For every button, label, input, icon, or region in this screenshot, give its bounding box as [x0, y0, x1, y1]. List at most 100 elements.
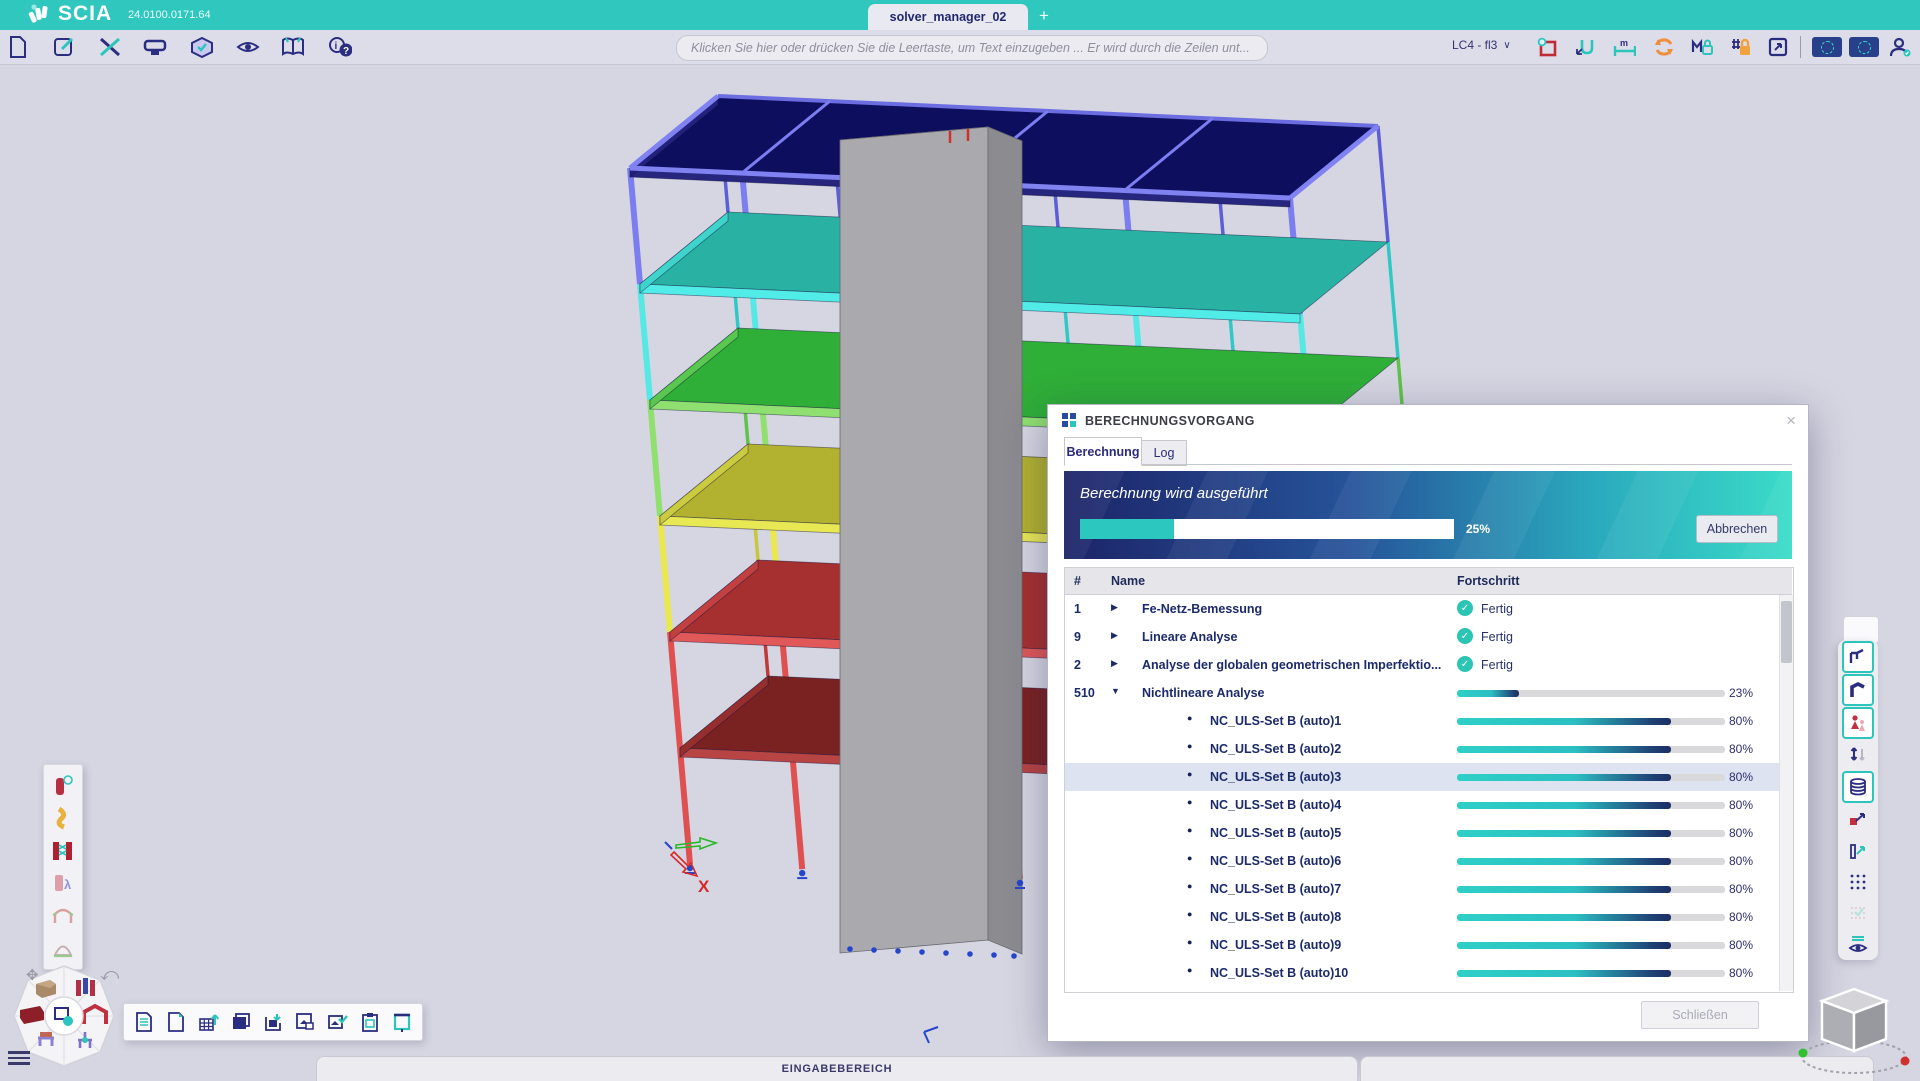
- frame-corner-filled-icon[interactable]: [1842, 674, 1874, 706]
- table-row[interactable]: ●NC_ULS-Set B (auto)880%: [1065, 903, 1779, 931]
- move-cross-icon[interactable]: ✥: [26, 966, 39, 984]
- table-row[interactable]: 2▶Analyse der globalen geometrischen Imp…: [1065, 651, 1779, 679]
- brand-name: SCIA: [58, 2, 112, 26]
- ucs-icon[interactable]: [1574, 35, 1598, 59]
- concrete-core: [840, 127, 1022, 959]
- dialog-titlebar[interactable]: BERECHNUNGSVORGANG: [1062, 413, 1255, 428]
- node-support-icon[interactable]: [1843, 804, 1873, 834]
- layer-button[interactable]: [1812, 37, 1842, 57]
- shell-dome-icon[interactable]: [51, 936, 75, 960]
- dot-grid-icon[interactable]: [1843, 867, 1873, 897]
- close-icon[interactable]: ×: [1786, 411, 1796, 431]
- selection-rectangle-icon[interactable]: [1536, 35, 1560, 59]
- navigation-cube[interactable]: [1790, 975, 1920, 1080]
- book-icon[interactable]: [281, 35, 305, 59]
- collapse-arrow-icon[interactable]: ▼: [1111, 686, 1120, 696]
- scia-app-window: { "brand": {"name": "SCIA", "version": "…: [0, 0, 1920, 1080]
- col-fortschritt: Fortschritt: [1457, 574, 1520, 588]
- edit-icon[interactable]: [52, 35, 76, 59]
- new-tab-button[interactable]: +: [1032, 4, 1056, 28]
- arch-frame-icon[interactable]: [51, 904, 75, 928]
- image-check-icon[interactable]: [325, 1010, 349, 1034]
- project-tab[interactable]: solver_manager_02: [868, 4, 1028, 30]
- braced-frame-icon[interactable]: [51, 839, 75, 863]
- refresh-icon[interactable]: [1652, 35, 1676, 59]
- columns-group-icon[interactable]: [76, 978, 95, 996]
- expand-icon[interactable]: [1766, 35, 1790, 59]
- help-bubbles-icon[interactable]: i ?: [328, 35, 352, 59]
- table-row[interactable]: ●NC_ULS-Set B (auto)780%: [1065, 875, 1779, 903]
- images-stack-icon[interactable]: [229, 1010, 253, 1034]
- nav-ring-green-dot[interactable]: [1799, 1049, 1808, 1058]
- menu-hamburger[interactable]: [8, 1048, 30, 1068]
- undo-arrow-icon[interactable]: ⤺: [100, 964, 119, 985]
- plate-lambda-icon[interactable]: λ: [51, 871, 75, 895]
- mini-ucs-marker: [924, 1027, 938, 1043]
- dimension-lock-icon[interactable]: [1690, 35, 1714, 59]
- scrollbar-thumb[interactable]: [1781, 601, 1792, 663]
- new-document-icon[interactable]: [6, 35, 30, 59]
- image-save-icon[interactable]: [293, 1010, 317, 1034]
- document-lines-icon[interactable]: [132, 1010, 156, 1034]
- nav-cube-body[interactable]: [1822, 989, 1886, 1051]
- dashed-circle-icon: [1821, 41, 1834, 54]
- row-progress-bar: [1457, 970, 1725, 977]
- table-row[interactable]: 510▼Nichtlineare Analyse23%: [1065, 679, 1779, 707]
- banner-status-text: Berechnung wird ausgeführt: [1080, 485, 1268, 502]
- progress-banner: Berechnung wird ausgeführt 25% Abbrechen: [1064, 471, 1792, 559]
- radial-menu-center[interactable]: [45, 997, 83, 1035]
- table-export-icon[interactable]: [197, 1010, 221, 1034]
- table-row[interactable]: ●NC_ULS-Set B (auto)680%: [1065, 847, 1779, 875]
- checklist-icon[interactable]: [1843, 898, 1873, 928]
- board-icon[interactable]: [390, 1010, 414, 1034]
- table-row[interactable]: ●NC_ULS-Set B (auto)480%: [1065, 791, 1779, 819]
- overall-progress-bar: [1080, 519, 1454, 539]
- image-import-icon[interactable]: [261, 1010, 285, 1034]
- command-input[interactable]: Klicken Sie hier oder drücken Sie die Le…: [676, 35, 1268, 61]
- document-new-icon[interactable]: [164, 1010, 188, 1034]
- table-row[interactable]: ●NC_ULS-Set B (auto)280%: [1065, 735, 1779, 763]
- table-row[interactable]: ●NC_ULS-Set B (auto)980%: [1065, 931, 1779, 959]
- frame-corner-icon[interactable]: [1842, 641, 1874, 673]
- table-row[interactable]: ●NC_ULS-Set B (auto)380%: [1065, 763, 1779, 791]
- input-area-panel-header[interactable]: EINGABEBEREICH: [316, 1056, 1358, 1081]
- table-row[interactable]: 9▶Lineare Analyse✓Fertig: [1065, 623, 1779, 651]
- cancel-button[interactable]: Abbrechen: [1696, 515, 1778, 543]
- cube-check-icon[interactable]: [190, 35, 214, 59]
- row-name: NC_ULS-Set B (auto)8: [1210, 910, 1341, 924]
- visibility-icon[interactable]: [1843, 929, 1873, 959]
- curved-beam-icon[interactable]: [51, 806, 75, 830]
- table-row[interactable]: ●NC_ULS-Set B (auto)180%: [1065, 707, 1779, 735]
- row-progress-fill: [1457, 858, 1671, 865]
- table-row[interactable]: ●NC_ULS-Set B (auto)1080%: [1065, 959, 1779, 987]
- clipboard-image-icon[interactable]: [358, 1010, 382, 1034]
- load-case-value: LC4 - fl3: [1452, 38, 1497, 52]
- layer-button[interactable]: [1849, 37, 1879, 57]
- row-progress-label: 80%: [1729, 826, 1753, 840]
- table-scrollbar[interactable]: [1779, 595, 1793, 991]
- expand-arrow-icon[interactable]: ▶: [1111, 630, 1118, 641]
- expand-arrow-icon[interactable]: ▶: [1111, 602, 1118, 613]
- tab-log[interactable]: Log: [1141, 440, 1187, 466]
- measure-icon[interactable]: m: [1612, 35, 1636, 59]
- schliessen-button[interactable]: Schließen: [1641, 1001, 1759, 1029]
- table-row[interactable]: ●NC_ULS-Set B (auto)580%: [1065, 819, 1779, 847]
- tools-icon[interactable]: [98, 35, 122, 59]
- expand-arrow-icon[interactable]: ▶: [1111, 658, 1118, 669]
- user-icon[interactable]: [1888, 35, 1912, 59]
- table-row[interactable]: 1▶Fe-Netz-Bemessung✓Fertig: [1065, 595, 1779, 623]
- project-icon[interactable]: [143, 35, 167, 59]
- nav-ring-red-dot[interactable]: [1901, 1057, 1910, 1066]
- tab-berechnung[interactable]: Berechnung: [1064, 437, 1142, 466]
- database-icon[interactable]: [1842, 771, 1874, 803]
- row-progress-label: 80%: [1729, 938, 1753, 952]
- column-arrow-icon[interactable]: [1843, 836, 1873, 866]
- load-case-select[interactable]: LC4 - fl3 ∨: [1452, 38, 1511, 52]
- row-progress-label: 80%: [1729, 714, 1753, 728]
- column-icon[interactable]: [51, 774, 75, 798]
- row-progress-bar: [1457, 746, 1725, 753]
- updown-arrows-icon[interactable]: [1843, 740, 1873, 770]
- snap-lock-icon[interactable]: [1728, 35, 1752, 59]
- person-load-icon[interactable]: [1842, 707, 1874, 739]
- eye-icon[interactable]: [236, 35, 260, 59]
